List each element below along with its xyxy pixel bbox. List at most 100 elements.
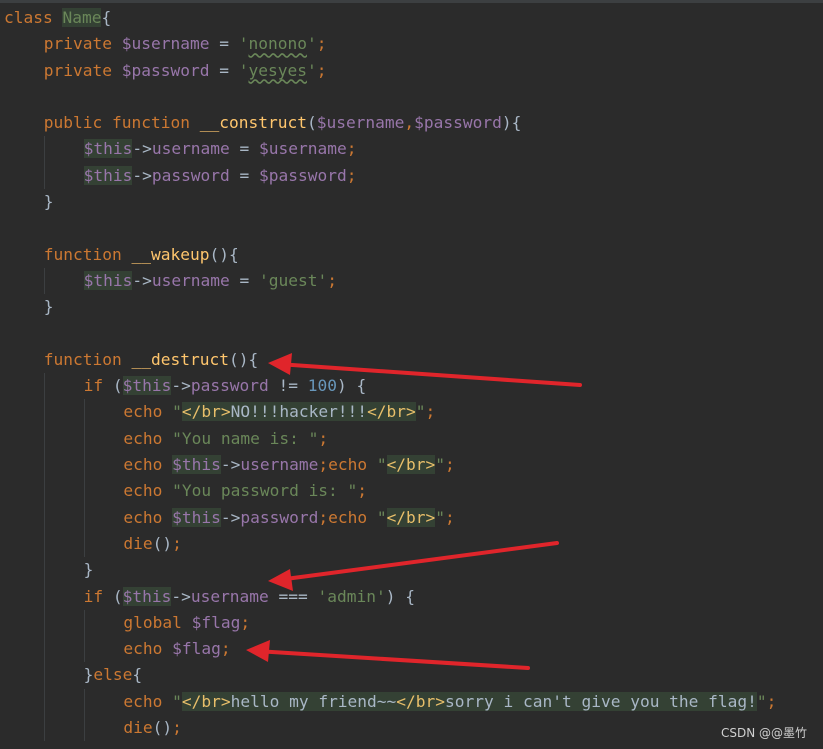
code-token: ;: [240, 612, 251, 632]
code-line[interactable]: echo $flag;: [4, 636, 776, 663]
code-token: ;: [318, 507, 329, 527]
code-token: (){: [228, 349, 259, 369]
code-token: ": [172, 691, 182, 711]
code-token: (: [112, 376, 123, 396]
code-token: (: [306, 113, 317, 133]
indent-guide: [83, 399, 85, 426]
code-line[interactable]: die();: [4, 715, 776, 742]
indent-guide: [43, 136, 45, 163]
code-line[interactable]: }: [4, 294, 776, 320]
code-token: $username: [316, 113, 405, 133]
code-token: (: [112, 586, 123, 606]
code-token: 'guest': [259, 270, 328, 290]
code-line[interactable]: echo "You password is: ";: [4, 478, 776, 505]
code-line[interactable]: echo "</br>NO!!!hacker!!!</br>";: [4, 399, 776, 426]
code-line[interactable]: function __destruct(){: [4, 347, 776, 373]
code-token: echo: [123, 639, 173, 659]
code-token: </br>: [367, 402, 416, 422]
indent-guide: [43, 373, 45, 400]
code-line[interactable]: die();: [4, 530, 776, 558]
code-token: ) {: [385, 586, 416, 606]
indent-guide: [83, 452, 85, 479]
code-line[interactable]: if ($this->password != 100) {: [4, 373, 776, 400]
code-line[interactable]: [4, 321, 776, 347]
code-token: }: [43, 297, 54, 317]
code-line[interactable]: public function __construct($username,$p…: [4, 110, 776, 136]
code-line[interactable]: $this->username = $username;: [4, 136, 776, 163]
code-token: echo: [123, 455, 173, 475]
indent-guide: [43, 267, 45, 295]
code-line[interactable]: class Name{: [4, 5, 776, 31]
code-line[interactable]: $this->password = $password;: [4, 162, 776, 190]
indent-guide: [43, 583, 45, 610]
code-editor[interactable]: class Name{private $username = 'nonono';…: [0, 0, 823, 749]
code-line[interactable]: private $username = 'nonono';: [4, 31, 776, 57]
indent-guide: [43, 715, 45, 742]
code-token: "You password is: ": [172, 481, 358, 501]
indent-guide: [83, 425, 85, 453]
code-token: ->: [171, 586, 191, 606]
code-token: else: [93, 665, 133, 685]
code-line[interactable]: [4, 215, 776, 241]
code-token: $this: [172, 455, 221, 475]
code-token: class: [4, 8, 63, 27]
indent-guide: [83, 609, 85, 637]
code-token: username: [151, 270, 230, 290]
code-token: ){: [501, 113, 522, 133]
code-token: =: [209, 34, 239, 54]
code-token: __construct: [199, 113, 307, 133]
code-token: Name: [62, 8, 102, 27]
code-token: username: [190, 586, 269, 606]
code-token: echo: [123, 428, 173, 448]
code-token: echo: [123, 402, 173, 422]
code-token: {: [132, 665, 143, 685]
code-token: private: [43, 60, 122, 80]
code-line[interactable]: }: [4, 557, 776, 584]
code-line[interactable]: echo "You name is: ";: [4, 425, 776, 453]
code-token: ->: [171, 376, 191, 396]
code-token: ;: [220, 639, 231, 659]
code-token: die: [123, 718, 153, 738]
code-token: private: [43, 34, 122, 54]
indent-guide: [43, 636, 45, 663]
code-token: ->: [220, 455, 241, 475]
code-token: hello my friend~~: [230, 691, 397, 711]
code-token: ;: [316, 60, 327, 80]
code-line[interactable]: if ($this->username === 'admin') {: [4, 583, 776, 610]
code-token: ->: [132, 165, 152, 185]
code-line[interactable]: $this->username = 'guest';: [4, 267, 776, 295]
indent-guide: [83, 478, 85, 505]
code-token: ": [435, 507, 446, 527]
code-token: __wakeup: [131, 244, 210, 264]
indent-guide: [83, 715, 85, 742]
code-token: username: [240, 455, 319, 475]
code-token: if: [83, 586, 113, 606]
code-line[interactable]: echo $this->password;echo "</br>";: [4, 504, 776, 531]
code-token: </br>: [386, 507, 436, 527]
code-token: ;: [318, 455, 329, 475]
code-line[interactable]: echo "</br>hello my friend~~</br>sorry i…: [4, 688, 776, 716]
code-area[interactable]: class Name{private $username = 'nonono';…: [4, 5, 776, 742]
code-token: password: [151, 165, 230, 185]
code-line[interactable]: global $flag;: [4, 609, 776, 637]
code-token: sorry i can't give you the flag!: [445, 691, 757, 711]
code-token: ->: [132, 270, 152, 290]
code-token: ;: [316, 34, 327, 54]
code-token: $username: [259, 139, 347, 159]
code-line[interactable]: private $password = 'yesyes';: [4, 58, 776, 84]
code-token: $this: [83, 165, 133, 185]
code-line[interactable]: [4, 84, 776, 110]
code-token: $this: [83, 270, 133, 290]
code-token: ,: [404, 113, 415, 133]
indent-guide: [83, 688, 85, 716]
code-line[interactable]: }: [4, 189, 776, 215]
code-line[interactable]: function __wakeup(){: [4, 242, 776, 268]
code-line[interactable]: }else{: [4, 662, 776, 689]
code-line[interactable]: echo $this->username;echo "</br>";: [4, 452, 776, 479]
code-token: die: [123, 533, 153, 553]
code-token: }: [83, 560, 94, 580]
code-token: $this: [122, 586, 172, 606]
code-token: ": [435, 455, 446, 475]
code-token: yesyes: [248, 60, 307, 80]
code-token: ;: [327, 270, 338, 290]
